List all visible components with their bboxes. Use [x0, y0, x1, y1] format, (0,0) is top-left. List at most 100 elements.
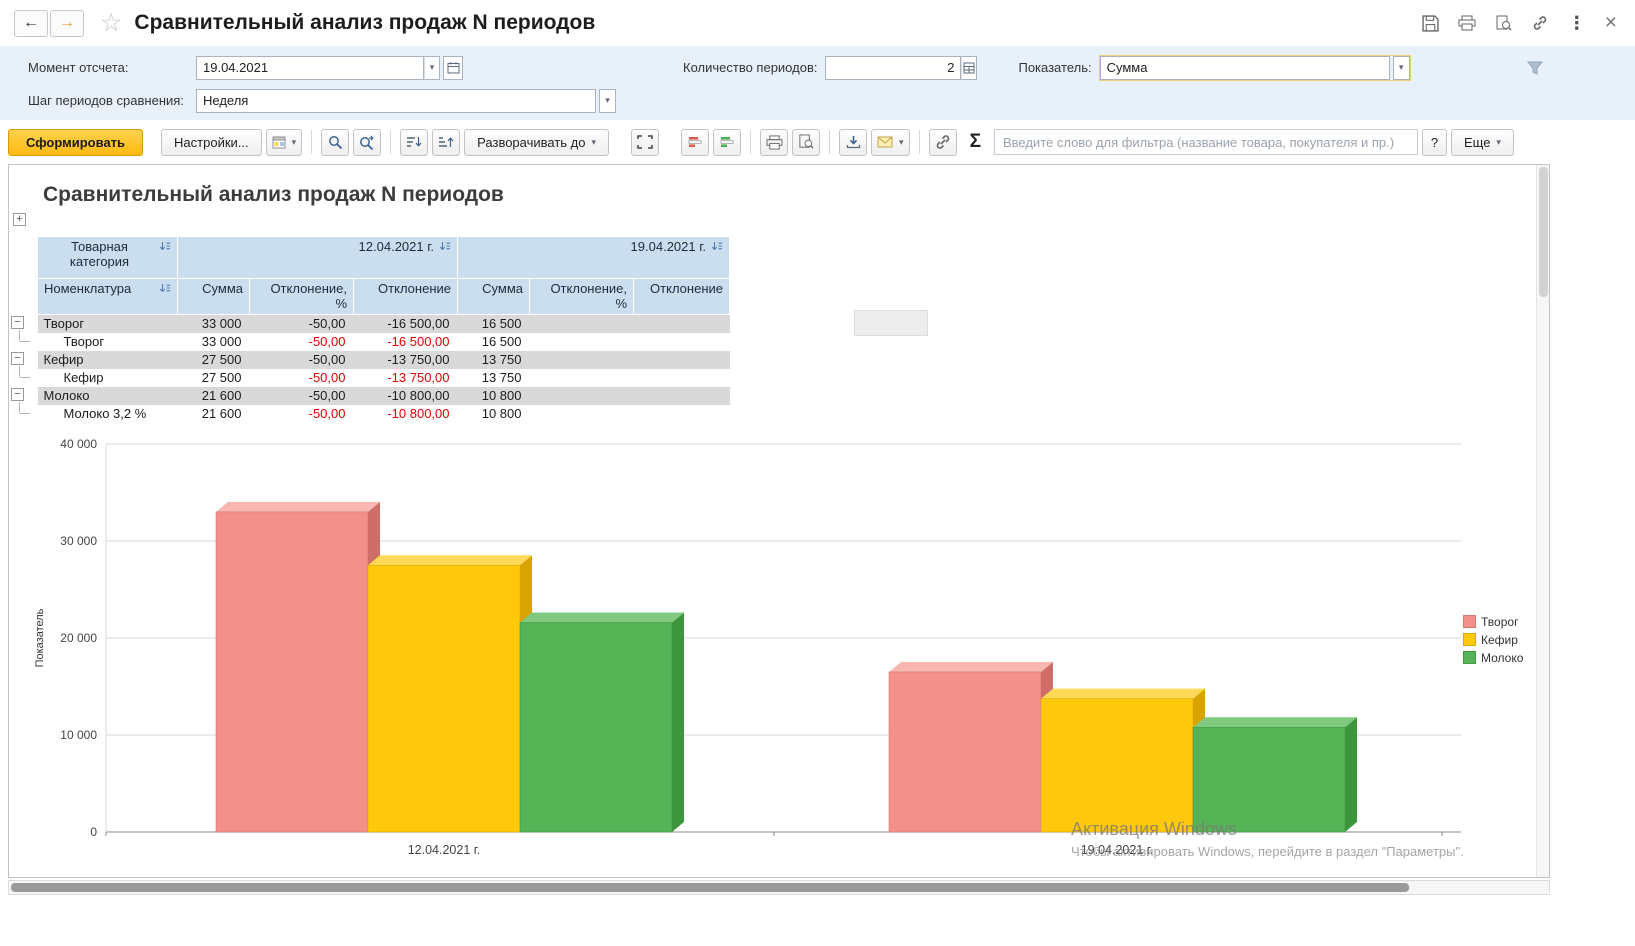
more-icon[interactable]: ⋮	[1568, 13, 1586, 34]
sum-column-header[interactable]: Сумма	[458, 279, 530, 315]
outline-expander[interactable]: +	[13, 213, 26, 226]
favorite-star-icon[interactable]: ☆	[100, 11, 122, 36]
table-item-row[interactable]: Творог33 000-50,00-16 500,0016 500	[38, 333, 730, 351]
nomenclature-column-header[interactable]: Номенклатура	[38, 279, 178, 315]
row-name-cell[interactable]: Молоко	[38, 387, 178, 405]
row-value-cell[interactable]: 21 600	[178, 405, 250, 423]
chart-bar[interactable]	[889, 672, 1041, 832]
chart-settings-red-button[interactable]	[681, 129, 709, 156]
expand-to-button[interactable]: Разворачивать до ▾	[464, 129, 609, 156]
period1-header[interactable]: 12.04.2021 г.	[178, 237, 458, 279]
generate-button[interactable]: Сформировать	[8, 129, 143, 156]
sort-icon[interactable]	[711, 241, 723, 252]
fullscreen-button[interactable]	[631, 129, 659, 156]
group-collapse-expander[interactable]: −	[11, 352, 24, 365]
row-value-cell[interactable]	[530, 333, 634, 351]
deviation-column-header[interactable]: Отклонение	[634, 279, 730, 315]
sort-descending-button[interactable]	[400, 129, 428, 156]
close-icon[interactable]: ×	[1605, 11, 1617, 35]
row-name-cell[interactable]: Кефир	[38, 351, 178, 369]
row-value-cell[interactable]	[634, 315, 730, 333]
row-value-cell[interactable]: -50,00	[250, 405, 354, 423]
link-icon[interactable]	[1531, 14, 1549, 32]
moment-input[interactable]	[196, 56, 424, 80]
sort-icon[interactable]	[159, 241, 171, 252]
row-value-cell[interactable]	[530, 351, 634, 369]
toolbar-print-button[interactable]	[760, 129, 788, 156]
toolbar-preview-button[interactable]	[792, 129, 820, 156]
row-value-cell[interactable]: 33 000	[178, 315, 250, 333]
chart-bar[interactable]	[1041, 699, 1193, 832]
row-value-cell[interactable]: -50,00	[250, 333, 354, 351]
row-value-cell[interactable]: -10 800,00	[354, 387, 458, 405]
print-preview-icon[interactable]	[1495, 15, 1512, 32]
vertical-scrollbar-thumb[interactable]	[1539, 167, 1548, 297]
row-value-cell[interactable]	[634, 333, 730, 351]
indicator-input[interactable]	[1100, 56, 1390, 80]
row-name-cell[interactable]: Творог	[38, 333, 178, 351]
row-value-cell[interactable]: -13 750,00	[354, 351, 458, 369]
chart-settings-green-button[interactable]	[713, 129, 741, 156]
period-count-input[interactable]	[825, 56, 961, 80]
indicator-dropdown-button[interactable]: ▾	[1393, 56, 1410, 80]
row-value-cell[interactable]: 16 500	[458, 333, 530, 351]
send-mail-button[interactable]: ▾	[871, 129, 910, 156]
step-dropdown-button[interactable]: ▾	[599, 89, 616, 113]
table-group-row[interactable]: Творог33 000-50,00-16 500,0016 500	[38, 315, 730, 333]
row-value-cell[interactable]: 33 000	[178, 333, 250, 351]
save-icon[interactable]	[1422, 15, 1439, 32]
row-value-cell[interactable]: -16 500,00	[354, 315, 458, 333]
sort-icon[interactable]	[439, 241, 451, 252]
period2-header[interactable]: 19.04.2021 г.	[458, 237, 730, 279]
row-value-cell[interactable]: -13 750,00	[354, 369, 458, 387]
back-button[interactable]: ←	[14, 10, 48, 37]
filter-funnel-icon[interactable]	[1527, 61, 1543, 75]
table-item-row[interactable]: Кефир27 500-50,00-13 750,0013 750	[38, 369, 730, 387]
get-link-button[interactable]	[929, 129, 957, 156]
row-value-cell[interactable]: 10 800	[458, 405, 530, 423]
row-value-cell[interactable]: 13 750	[458, 369, 530, 387]
row-value-cell[interactable]	[530, 315, 634, 333]
quick-filter-input[interactable]	[994, 129, 1418, 155]
row-value-cell[interactable]	[530, 405, 634, 423]
category-column-header[interactable]: Товарная категория	[38, 237, 178, 279]
search-button[interactable]	[321, 129, 349, 156]
row-value-cell[interactable]: -50,00	[250, 315, 354, 333]
print-icon[interactable]	[1458, 15, 1476, 31]
period-count-picker-button[interactable]	[961, 56, 977, 80]
group-collapse-expander[interactable]: −	[11, 316, 24, 329]
row-value-cell[interactable]	[530, 369, 634, 387]
sum-column-header[interactable]: Сумма	[178, 279, 250, 315]
row-value-cell[interactable]	[634, 405, 730, 423]
row-value-cell[interactable]	[634, 387, 730, 405]
sort-ascending-button[interactable]	[432, 129, 460, 156]
calendar-button[interactable]	[443, 56, 463, 80]
download-button[interactable]	[839, 129, 867, 156]
table-group-row[interactable]: Молоко21 600-50,00-10 800,0010 800	[38, 387, 730, 405]
row-name-cell[interactable]: Кефир	[38, 369, 178, 387]
deviation-pct-column-header[interactable]: Отклонение, %	[530, 279, 634, 315]
row-name-cell[interactable]: Молоко 3,2 %	[38, 405, 178, 423]
row-value-cell[interactable]	[634, 351, 730, 369]
row-value-cell[interactable]: 21 600	[178, 387, 250, 405]
search-next-button[interactable]	[353, 129, 381, 156]
settings-button[interactable]: Настройки...	[161, 129, 262, 156]
chart-bar[interactable]	[216, 512, 368, 832]
sort-icon[interactable]	[159, 283, 171, 294]
table-group-row[interactable]: Кефир27 500-50,00-13 750,0013 750	[38, 351, 730, 369]
row-name-cell[interactable]: Творог	[38, 315, 178, 333]
row-value-cell[interactable]: 16 500	[458, 315, 530, 333]
row-value-cell[interactable]: -50,00	[250, 351, 354, 369]
chart-bar[interactable]	[520, 622, 672, 832]
deviation-pct-column-header[interactable]: Отклонение, %	[250, 279, 354, 315]
horizontal-scrollbar-thumb[interactable]	[11, 883, 1409, 892]
chart-bar[interactable]	[1193, 727, 1345, 832]
totals-sigma-icon[interactable]: Σ	[970, 131, 981, 153]
row-value-cell[interactable]: -50,00	[250, 387, 354, 405]
horizontal-scrollbar[interactable]	[8, 880, 1550, 895]
vertical-scrollbar[interactable]	[1536, 165, 1549, 877]
row-value-cell[interactable]	[530, 387, 634, 405]
row-value-cell[interactable]	[634, 369, 730, 387]
row-value-cell[interactable]: 10 800	[458, 387, 530, 405]
group-collapse-expander[interactable]: −	[11, 388, 24, 401]
